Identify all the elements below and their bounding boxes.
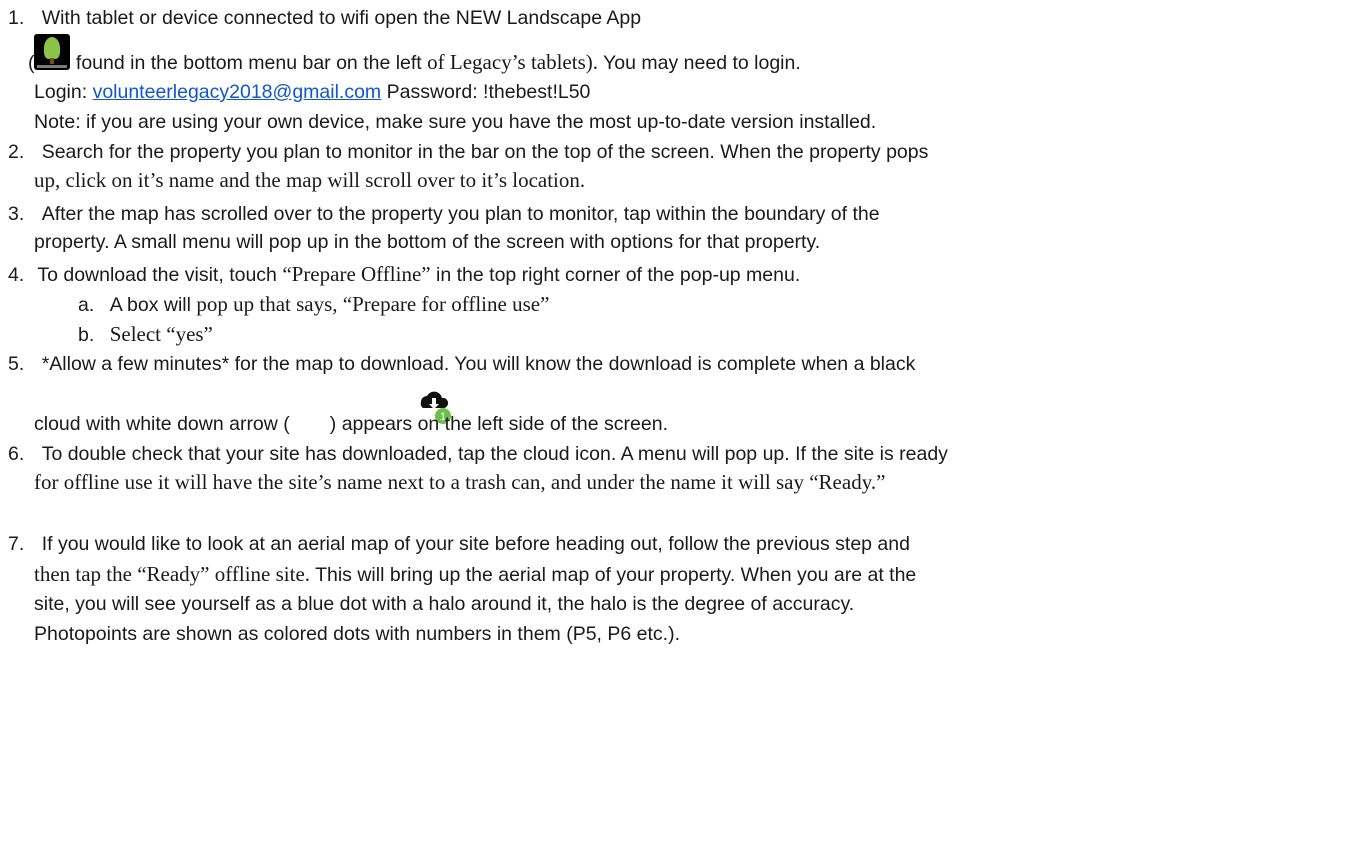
step-6-line-1: 6. To double check that your site has do… (8, 443, 948, 465)
login-label: Login: (34, 81, 93, 103)
step-3-line-1: 3. After the map has scrolled over to th… (8, 203, 880, 225)
step-2-line-2: up, click on it’s name and the map will … (34, 168, 586, 192)
step-1-login: Login: volunteerlegacy2018@gmail.com Pas… (34, 78, 590, 106)
step-4-line-1: 4. To download the visit, touch “Prepare… (8, 262, 801, 286)
login-email-link[interactable]: volunteerlegacy2018@gmail.com (93, 81, 382, 103)
step-1-note: Note: if you are using your own device, … (34, 111, 877, 133)
password-text: Password: !thebest!L50 (381, 81, 591, 103)
step-7-line-1: 7. If you would like to look at an aeria… (8, 533, 910, 555)
step-1-text: With tablet or device connected to wifi … (41, 7, 642, 29)
step-6-line-2: for offline use it will have the site’s … (34, 470, 886, 494)
instruction-document: 1. With tablet or device connected to wi… (0, 0, 1369, 842)
step-7-line-4: Photopoints are shown as colored dots wi… (34, 623, 680, 645)
step-7-line-3: site, you will see yourself as a blue do… (34, 593, 855, 615)
step-4a: a. A box will pop up that says, “Prepare… (78, 292, 550, 316)
step-1-line-1: 1. With tablet or device connected to wi… (8, 4, 641, 32)
paren-open: ( (28, 52, 35, 74)
step-5-line-2: cloud with white down arrow () appears o… (34, 413, 668, 435)
step-5-line-1: 5. *Allow a few minutes* for the map to … (8, 353, 916, 375)
step-1-number: 1. (8, 7, 25, 29)
step-2-line-1: 2. Search for the property you plan to m… (8, 141, 929, 163)
step-1-line-2: ( found in the bottom menu bar on the le… (28, 50, 801, 74)
step-7-line-2: then tap the “Ready” offline site. This … (34, 562, 917, 586)
step-3-line-2: property. A small menu will pop up in th… (34, 231, 821, 253)
step-4b: b. Select “yes” (78, 322, 213, 346)
